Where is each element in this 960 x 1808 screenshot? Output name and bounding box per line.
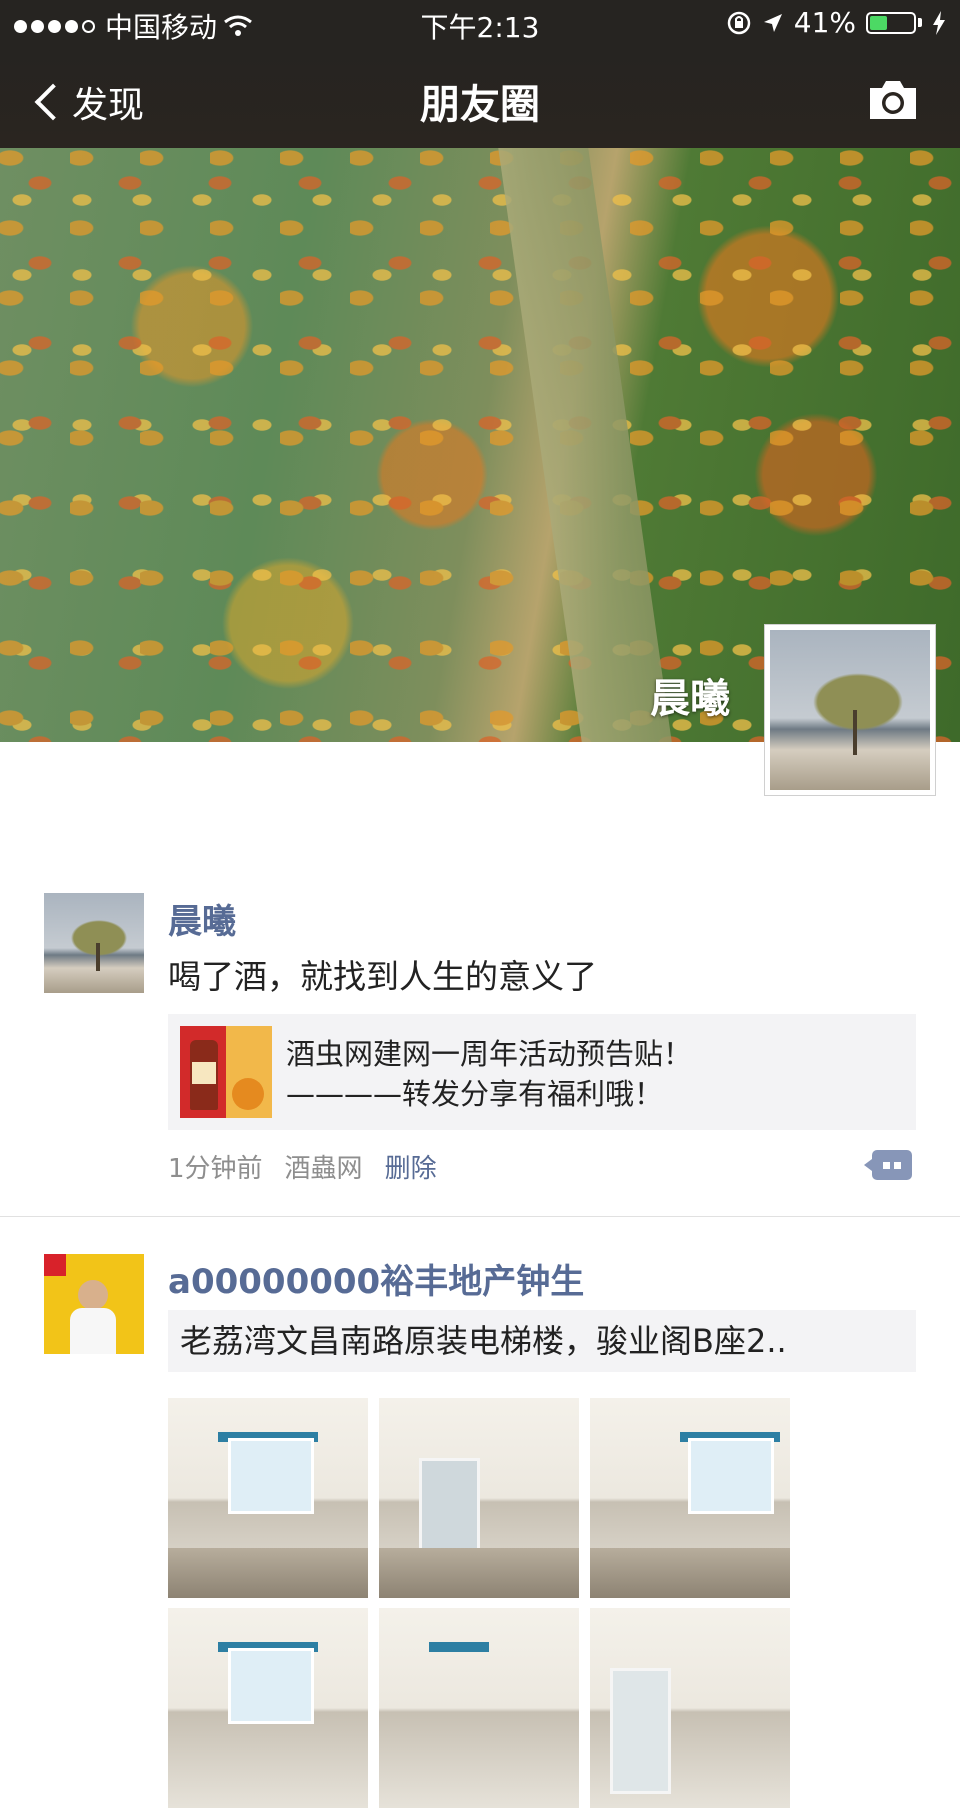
delete-button[interactable]: 删除: [385, 1148, 437, 1185]
link-title-line-2: ————转发分享有福利哦！: [286, 1077, 664, 1111]
tree-photo: [770, 630, 930, 790]
cover-user-name: 晨曦: [650, 676, 730, 722]
photo-1[interactable]: [168, 1398, 368, 1598]
back-button[interactable]: 发现: [30, 76, 144, 128]
moment-post-1: 晨曦 喝了酒，就找到人生的意义了 酒虫网建网一周年活动预告贴！ ————转发分享…: [0, 890, 960, 1220]
comment-icon[interactable]: [864, 1150, 912, 1180]
rotation-lock-icon: [727, 11, 751, 34]
photo-6[interactable]: [590, 1608, 790, 1808]
photo-2[interactable]: [379, 1398, 579, 1598]
post-time: 1分钟前: [168, 1154, 263, 1184]
wifi-icon: [224, 15, 252, 36]
charging-icon: [933, 10, 945, 35]
photo-3[interactable]: [590, 1398, 790, 1598]
moment-post-2: a00000000裕丰地产钟生 老荔湾文昌南路原装电梯楼，骏业阁B座2..: [0, 1254, 960, 1808]
tree-photo: [44, 893, 144, 993]
link-title: 酒虫网建网一周年活动预告贴！ ————转发分享有福利哦！: [286, 1034, 692, 1114]
link-card[interactable]: 酒虫网建网一周年活动预告贴！ ————转发分享有福利哦！: [168, 1014, 916, 1130]
profile-avatar[interactable]: [764, 624, 936, 796]
post-meta: 1分钟前 酒蟲网 删除: [168, 1148, 437, 1185]
battery-percent: 41%: [793, 6, 856, 39]
post-avatar[interactable]: [44, 893, 144, 993]
post-author[interactable]: a00000000裕丰地产钟生: [168, 1254, 584, 1303]
location-icon: [763, 13, 782, 32]
post-author[interactable]: 晨曦: [168, 894, 236, 943]
camera-icon[interactable]: [866, 78, 920, 122]
post-source[interactable]: 酒蟲网: [285, 1148, 363, 1185]
post-text: 喝了酒，就找到人生的意义了: [168, 957, 597, 996]
battery-icon: [866, 11, 922, 34]
post-avatar[interactable]: [44, 1254, 144, 1354]
link-title-line-1: 酒虫网建网一周年活动预告贴！: [286, 1037, 693, 1071]
photo-5[interactable]: [379, 1608, 579, 1808]
carrier-label: 中国移动: [105, 11, 218, 44]
back-label: 发现: [72, 85, 145, 126]
nav-bar: 发现 朋友圈: [0, 48, 960, 148]
chevron-left-icon: [34, 83, 72, 121]
status-left: 中国移动: [14, 6, 253, 46]
link-thumbnail: [180, 1026, 272, 1118]
status-bar: 中国移动 下午2:13 41%: [0, 0, 960, 48]
post-divider: [0, 1216, 960, 1217]
status-right: 41%: [726, 6, 946, 39]
shared-text[interactable]: 老荔湾文昌南路原装电梯楼，骏业阁B座2..: [168, 1310, 916, 1372]
signal-icon: [14, 19, 95, 33]
photo-4[interactable]: [168, 1608, 368, 1808]
